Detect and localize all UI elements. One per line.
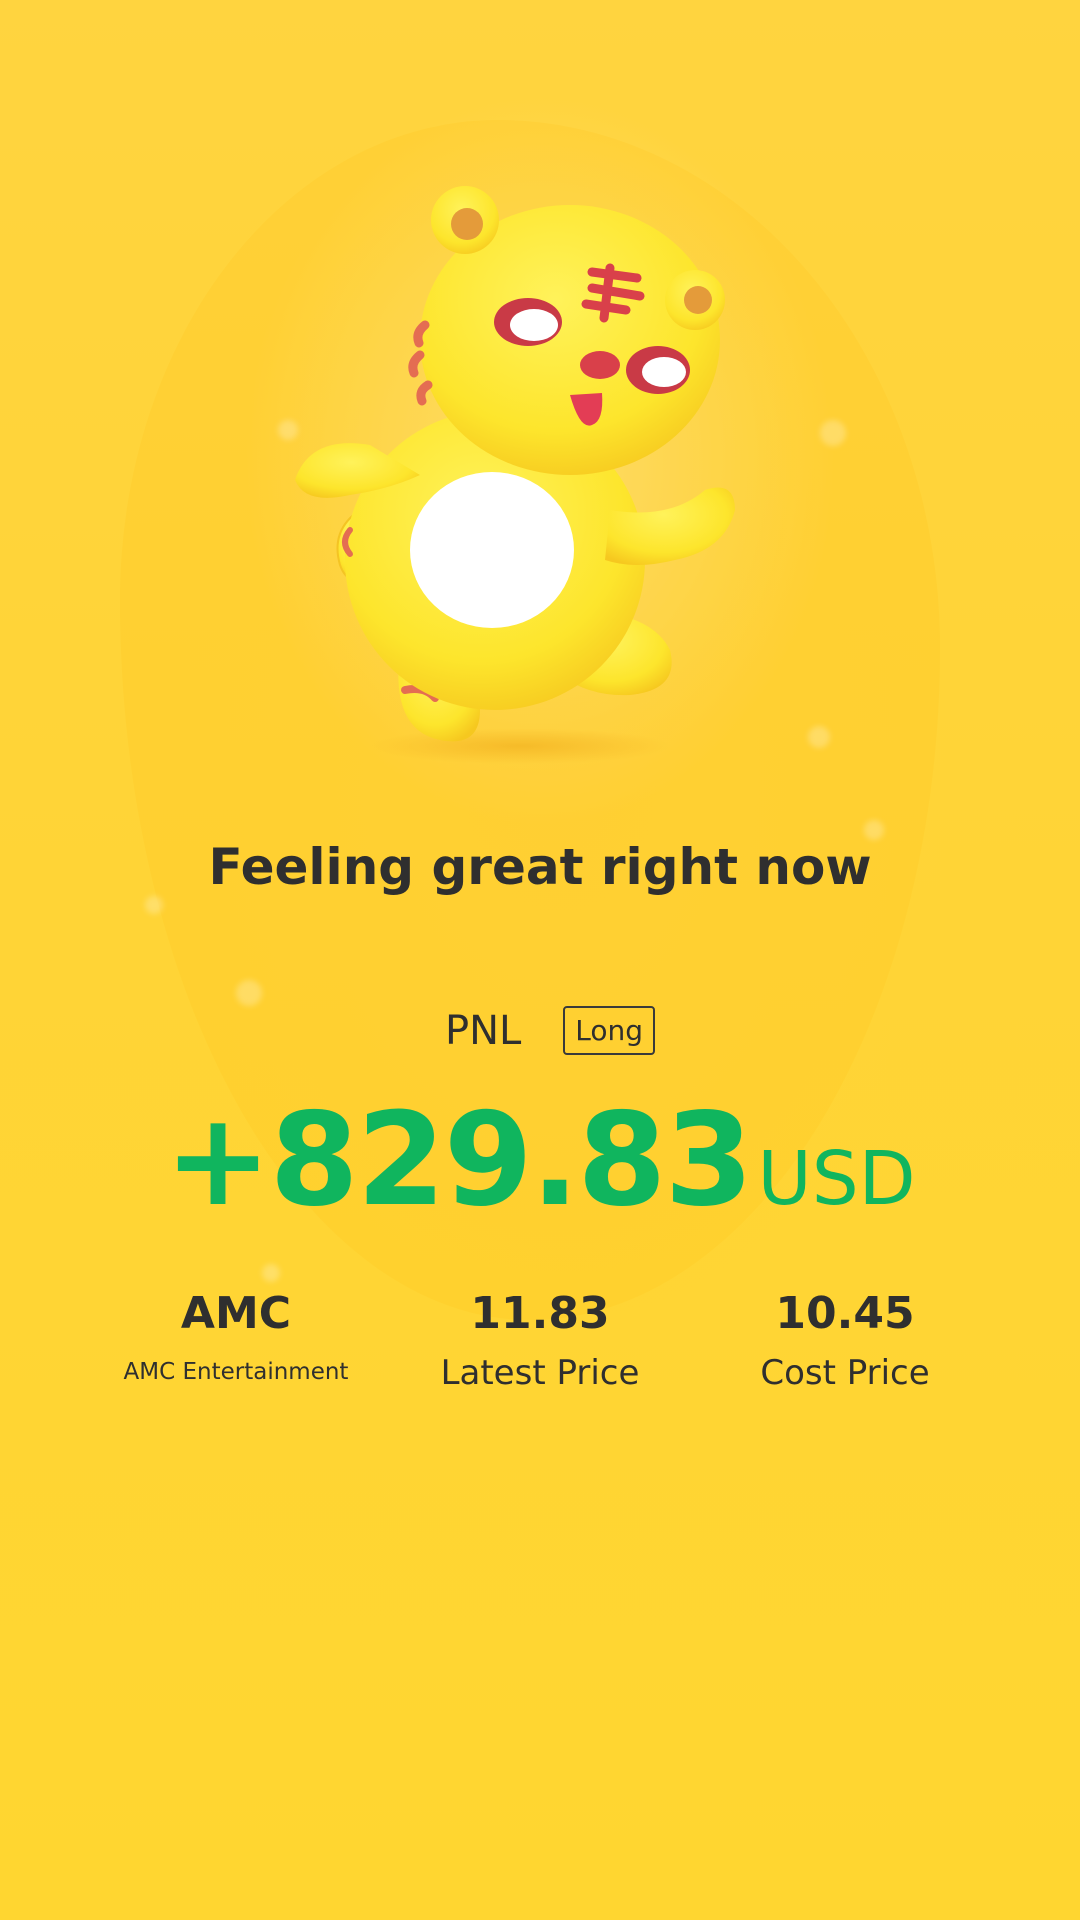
stat-cost-price: 10.45 Cost Price: [685, 1288, 1005, 1393]
pnl-label: PNL: [444, 1007, 522, 1054]
latest-price-value: 11.83: [470, 1288, 610, 1339]
stock-symbol: AMC: [180, 1288, 292, 1339]
stat-latest-price: 11.83 Latest Price: [380, 1288, 700, 1393]
cost-price-value: 10.45: [775, 1288, 915, 1339]
sparkle: [145, 896, 163, 914]
sparkle: [864, 820, 884, 840]
stats-row: AMC AMC Entertainment 11.83 Latest Price…: [0, 1288, 1080, 1418]
sparkle: [820, 420, 846, 446]
stat-symbol: AMC AMC Entertainment: [76, 1288, 396, 1385]
sparkle: [808, 726, 830, 748]
cost-price-label: Cost Price: [760, 1353, 930, 1393]
tiger-mascot-icon: [270, 180, 790, 770]
sparkle: [262, 1264, 280, 1282]
headline: Feeling great right now: [208, 838, 872, 896]
latest-price-label: Latest Price: [440, 1353, 640, 1393]
company-name: AMC Entertainment: [123, 1359, 349, 1385]
pnl-value: +829.83 USD: [0, 1086, 1080, 1235]
pnl-currency: USD: [757, 1136, 916, 1222]
pnl-amount: +829.83: [164, 1086, 753, 1235]
pnl-header: PNL Long: [0, 1006, 1080, 1055]
sparkle: [236, 980, 262, 1006]
position-side-badge: Long: [563, 1006, 656, 1055]
